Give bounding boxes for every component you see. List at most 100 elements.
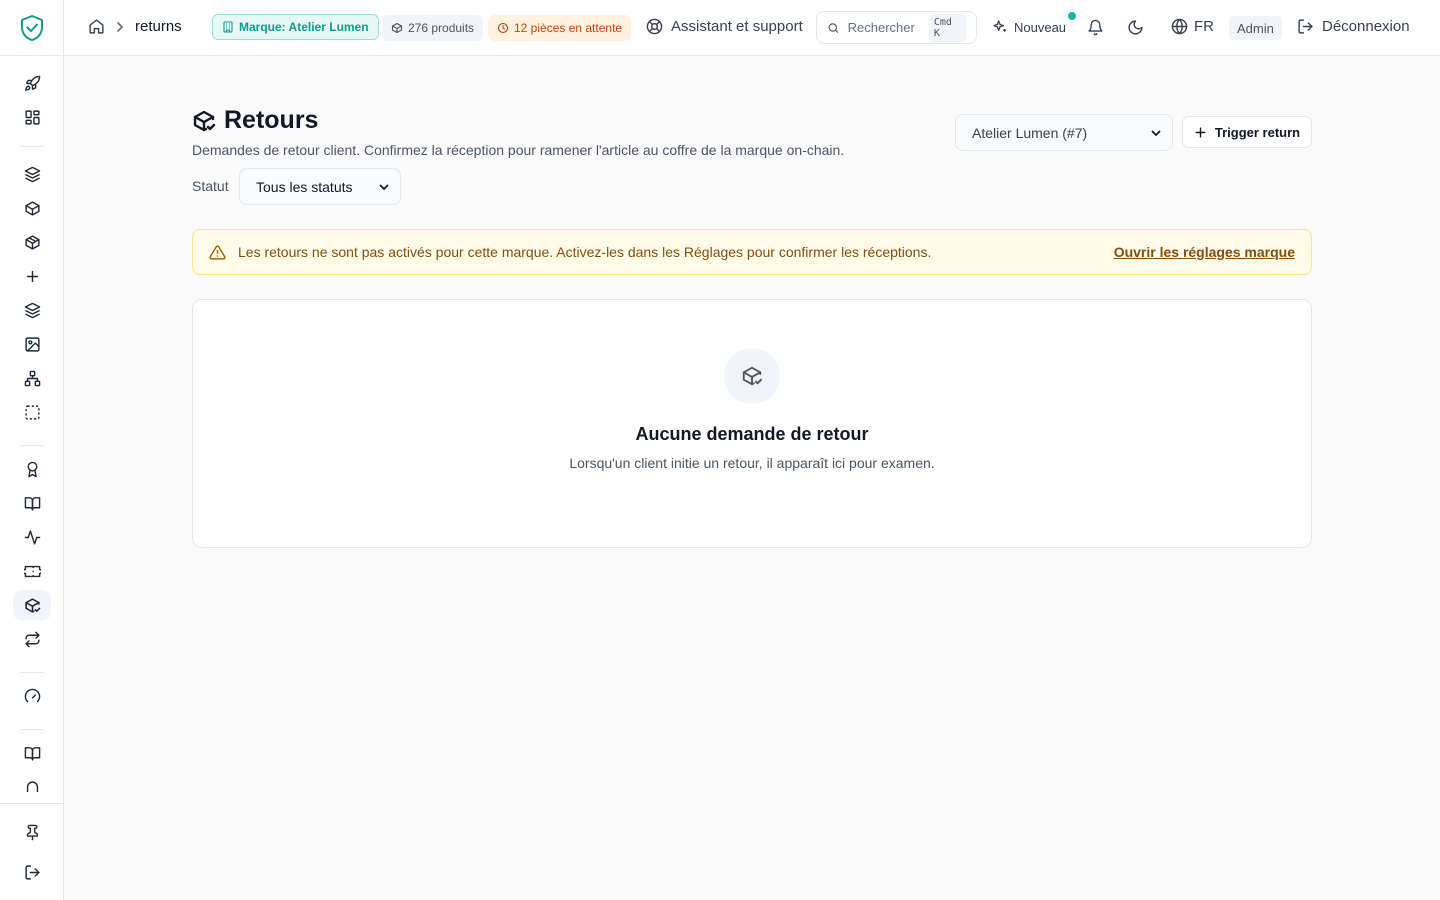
new-indicator-dot: [1068, 12, 1076, 20]
sitemap-icon: [24, 370, 40, 386]
arch-icon: [26, 781, 38, 792]
sidebar-item-returns[interactable]: [13, 590, 51, 620]
ticket-icon: [23, 565, 41, 577]
pending-pill[interactable]: 12 pièces en attente: [488, 15, 632, 41]
search-icon: [828, 22, 839, 33]
moon-icon: [1128, 20, 1143, 35]
gauge-icon: [24, 688, 40, 702]
image-icon: [24, 336, 40, 352]
empty-state-icon-wrapper: [724, 348, 780, 404]
brand-pill-label: Marque: Atelier Lumen: [239, 20, 369, 34]
page-subtitle: Demandes de retour client. Confirmez la …: [192, 142, 845, 158]
trigger-return-label: Trigger return: [1214, 124, 1301, 140]
sidebar-item-certificates[interactable]: [13, 454, 51, 484]
logout-link[interactable]: Déconnexion: [1297, 18, 1410, 35]
lifebuoy-icon: [646, 18, 663, 35]
book-icon: [24, 496, 40, 511]
notifications-button[interactable]: [1087, 19, 1104, 36]
breadcrumb-home[interactable]: [88, 18, 105, 35]
empty-state-description: Lorsqu'un client initie un retour, il ap…: [569, 455, 935, 471]
chevron-right-icon: [117, 21, 124, 32]
sidebar-item-dashboard[interactable]: [13, 102, 51, 132]
sidebar-item-tickets[interactable]: [13, 556, 51, 586]
sidebar-item-media[interactable]: [13, 329, 51, 359]
app-logo[interactable]: [0, 0, 63, 56]
alert-message: Les retours ne sont pas activés pour cet…: [238, 244, 932, 260]
open-brand-settings-link[interactable]: Ouvrir les réglages marque: [1114, 244, 1295, 260]
layers-icon: [24, 166, 40, 182]
chevron-down-icon: [379, 184, 389, 190]
language-label: FR: [1194, 18, 1214, 35]
building-icon: [223, 21, 233, 33]
sidebar-item-catalog[interactable]: [13, 488, 51, 518]
empty-state-title: Aucune demande de retour: [635, 424, 869, 444]
sidebar-item-products[interactable]: [13, 193, 51, 223]
layers-icon: [24, 302, 40, 318]
products-pill-label: 276 produits: [408, 21, 475, 35]
pin-icon: [26, 824, 38, 840]
brand-select[interactable]: Atelier Lumen (#7): [955, 114, 1173, 151]
sidebar-logout-button[interactable]: [13, 857, 51, 887]
sidebar-item-selection[interactable]: [13, 397, 51, 427]
plus-icon: [1195, 126, 1206, 138]
rocket-icon: [24, 75, 40, 91]
sidebar-item-items[interactable]: [13, 227, 51, 257]
sidebar-item-batches[interactable]: [13, 295, 51, 325]
language-switcher[interactable]: FR: [1171, 18, 1214, 35]
top-header: returns Marque: Atelier Lumen 276 produi…: [64, 0, 1440, 56]
returns-disabled-alert: Les retours ne sont pas activés pour cet…: [192, 229, 1312, 275]
sidebar-divider: [20, 672, 44, 673]
search-bar[interactable]: Rechercher Cmd K: [816, 11, 977, 44]
logout-label: Déconnexion: [1322, 18, 1410, 35]
box-icon: [391, 22, 403, 34]
whats-new-button[interactable]: Nouveau: [992, 19, 1066, 35]
status-filter-label: Statut: [192, 178, 229, 194]
dashboard-grid-icon: [24, 109, 40, 125]
logout-icon: [1298, 19, 1313, 34]
sidebar-item-hierarchy[interactable]: [13, 363, 51, 393]
sidebar-divider: [20, 146, 44, 147]
status-filter-select[interactable]: Tous les statuts: [239, 168, 401, 205]
brand-select-value: Atelier Lumen (#7): [972, 124, 1088, 141]
sidebar-item-create[interactable]: [13, 261, 51, 291]
sparkles-icon: [993, 20, 1006, 32]
activity-icon: [24, 529, 40, 545]
shield-check-icon: [20, 14, 43, 41]
book-icon: [24, 746, 40, 761]
sidebar: [0, 0, 64, 900]
clock-icon: [497, 22, 509, 34]
page-title-text: Retours: [224, 106, 319, 134]
support-link[interactable]: Assistant et support: [646, 18, 803, 35]
breadcrumb-current: returns: [135, 18, 182, 35]
package-check-icon: [193, 110, 216, 131]
whats-new-label: Nouveau: [1014, 19, 1067, 35]
chevron-down-icon: [1151, 130, 1161, 136]
pin-sidebar-button[interactable]: [13, 817, 51, 847]
pending-pill-label: 12 pièces en attente: [514, 21, 623, 35]
sidebar-item-more[interactable]: [13, 772, 51, 792]
theme-toggle-button[interactable]: [1127, 19, 1144, 36]
sidebar-item-transfers[interactable]: [13, 624, 51, 654]
page-title: Retours: [192, 106, 318, 135]
warning-icon: [209, 244, 226, 260]
globe-icon: [1171, 18, 1188, 35]
returns-empty-state: Aucune demande de retour Lorsqu'un clien…: [192, 299, 1312, 548]
status-filter-value: Tous les statuts: [256, 178, 353, 195]
sidebar-item-docs[interactable]: [13, 738, 51, 768]
sidebar-divider: [20, 445, 44, 446]
sidebar-footer: [0, 803, 63, 900]
sidebar-item-launch[interactable]: [13, 68, 51, 98]
sidebar-item-activity[interactable]: [13, 522, 51, 552]
products-pill[interactable]: 276 produits: [382, 15, 484, 41]
bell-icon: [1088, 19, 1103, 36]
sidebar-item-performance[interactable]: [13, 681, 51, 711]
sidebar-item-collections[interactable]: [13, 159, 51, 189]
plus-icon: [26, 270, 38, 282]
role-badge: Admin: [1229, 16, 1282, 40]
logout-icon: [24, 864, 40, 880]
brand-pill[interactable]: Marque: Atelier Lumen: [212, 14, 379, 40]
award-icon: [27, 461, 37, 477]
search-placeholder: Rechercher: [847, 20, 915, 35]
repeat-icon: [24, 631, 40, 647]
trigger-return-button[interactable]: Trigger return: [1182, 116, 1312, 148]
